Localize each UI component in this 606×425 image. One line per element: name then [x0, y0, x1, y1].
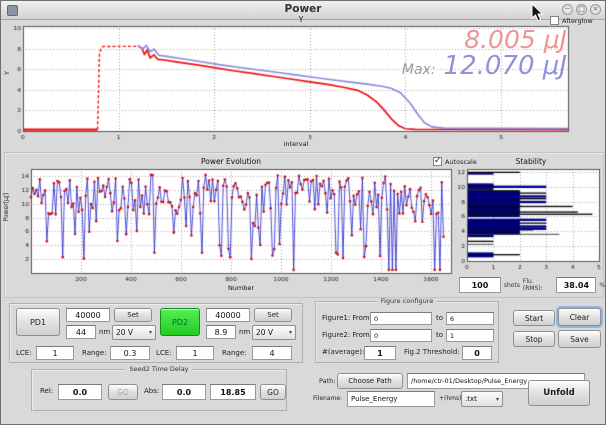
- max-label: Max:: [402, 62, 436, 78]
- choose-path-button[interactable]: Choose Path: [337, 373, 403, 389]
- fig2-from-input[interactable]: 0: [370, 329, 432, 342]
- top-chart-title: Y: [291, 15, 311, 24]
- abs2-input[interactable]: 18.85: [210, 384, 256, 400]
- mouse-cursor: [531, 3, 546, 23]
- rel-label: Rel:: [40, 388, 53, 395]
- rms-label: Flu.(RMS):: [523, 278, 554, 292]
- chevron-down-icon: ▾: [149, 329, 152, 336]
- pd1-set-button[interactable]: Set: [114, 308, 152, 322]
- pd1-lce-input[interactable]: 1: [36, 346, 74, 360]
- window-title: Power: [1, 3, 605, 15]
- filename-input[interactable]: Pulse_Energy: [347, 391, 435, 407]
- shots-label: shots: [504, 282, 520, 289]
- pd1-range-input[interactable]: 0.3: [110, 346, 150, 360]
- evolution-ylabel: Power[μJ]: [3, 193, 10, 221]
- chevron-down-icon: ▾: [496, 396, 499, 403]
- max-energy-annotation: Max: 12.070 μJ: [301, 51, 567, 81]
- pd1-button[interactable]: PD1: [16, 308, 60, 336]
- chevron-down-icon: ▾: [289, 329, 292, 336]
- pd2-freq-input[interactable]: 40000: [206, 308, 250, 322]
- stability-chart: [457, 153, 605, 275]
- pd1-nm-label: nm: [99, 329, 110, 336]
- pd2-voltage-value: 20 V: [256, 328, 273, 337]
- filename-label: Filename:: [313, 396, 342, 402]
- pd2-nm-label: nm: [239, 329, 250, 336]
- maximize-icon[interactable]: □: [576, 4, 587, 15]
- close-icon[interactable]: ×: [590, 4, 601, 15]
- stop-button[interactable]: Stop: [513, 331, 555, 347]
- evolution-xlabel: Number: [201, 284, 281, 292]
- pd1-lce-label: LCE:: [16, 350, 32, 357]
- pd1-voltage-value: 20 V: [116, 328, 133, 337]
- average-input[interactable]: 1: [364, 346, 396, 360]
- stability-row: 100 shots Flu.(RMS): 38.04 %: [459, 276, 605, 294]
- rel-go-button[interactable]: GO: [108, 384, 138, 400]
- fig1-to-input[interactable]: 6: [446, 312, 494, 325]
- pd2-range-label: Range:: [222, 350, 247, 357]
- top-chart-xlabel: interval: [266, 140, 326, 148]
- fig2-to-label: to: [436, 332, 443, 339]
- threshold-label: Fig.2 Threshold:: [404, 349, 460, 356]
- hms-label: +(hms): [439, 396, 461, 402]
- percent-label: %: [599, 282, 605, 289]
- pd-panel: PD1 40000 Set 44 nm 20 V ▾ PD2 40000 Set…: [9, 303, 303, 363]
- pd2-wl-input[interactable]: 8.9: [206, 325, 236, 339]
- figure-config-panel: Figure configure Figure1: From 0 to 6 Fi…: [315, 301, 499, 363]
- save-button[interactable]: Save: [558, 330, 601, 348]
- fig1-label: Figure1: From: [322, 315, 370, 322]
- seed2-title: Seed2 Time Delay: [125, 366, 192, 373]
- fig1-from-input[interactable]: 0: [370, 312, 432, 325]
- pd1-voltage-select[interactable]: 20 V ▾: [112, 325, 156, 340]
- pd1-wl-input[interactable]: 44: [66, 325, 96, 339]
- path-label: Path:: [319, 378, 335, 385]
- pd2-button[interactable]: PD2: [160, 308, 200, 336]
- max-energy-value: 12.070 μJ: [444, 51, 567, 81]
- rms-input[interactable]: 38.04: [556, 277, 596, 293]
- extension-select[interactable]: .txt ▾: [461, 391, 503, 407]
- power-window: Power − □ × Afterglow Y Y interval 8.005…: [0, 0, 606, 425]
- fig2-label: Figure2: From: [322, 332, 370, 339]
- power-evolution-chart: [1, 153, 457, 297]
- seed2-panel: Seed2 Time Delay Rel: 0.0 GO Abs: 0.0 18…: [31, 369, 287, 411]
- minimize-icon[interactable]: −: [562, 4, 573, 15]
- extension-value: .txt: [465, 395, 477, 403]
- clear-button[interactable]: Clear: [558, 308, 601, 326]
- fig2-to-input[interactable]: 1: [446, 329, 494, 342]
- pd2-set-button[interactable]: Set: [254, 308, 292, 322]
- pd2-voltage-select[interactable]: 20 V ▾: [252, 325, 296, 340]
- abs-go-button[interactable]: GO: [260, 384, 286, 400]
- top-chart-ylabel: Y: [3, 71, 11, 75]
- abs-input[interactable]: 0.0: [162, 384, 206, 400]
- fig1-to-label: to: [436, 315, 443, 322]
- pd2-lce-input[interactable]: 1: [176, 346, 214, 360]
- pd1-freq-input[interactable]: 40000: [66, 308, 110, 322]
- shots-input[interactable]: 100: [459, 277, 501, 293]
- start-button[interactable]: Start: [513, 310, 555, 326]
- pd1-range-label: Range:: [82, 350, 107, 357]
- rel-input[interactable]: 0.0: [58, 384, 102, 400]
- pd2-lce-label: LCE:: [156, 350, 172, 357]
- unfold-button[interactable]: Unfold: [528, 380, 590, 406]
- abs-label: Abs:: [144, 388, 159, 395]
- current-energy-value: 8.005 μJ: [331, 25, 567, 54]
- average-label: #(average):: [322, 349, 364, 356]
- pd2-range-input[interactable]: 4: [252, 346, 292, 360]
- figure-config-title: Figure configure: [377, 298, 437, 305]
- threshold-input[interactable]: 0: [462, 346, 492, 360]
